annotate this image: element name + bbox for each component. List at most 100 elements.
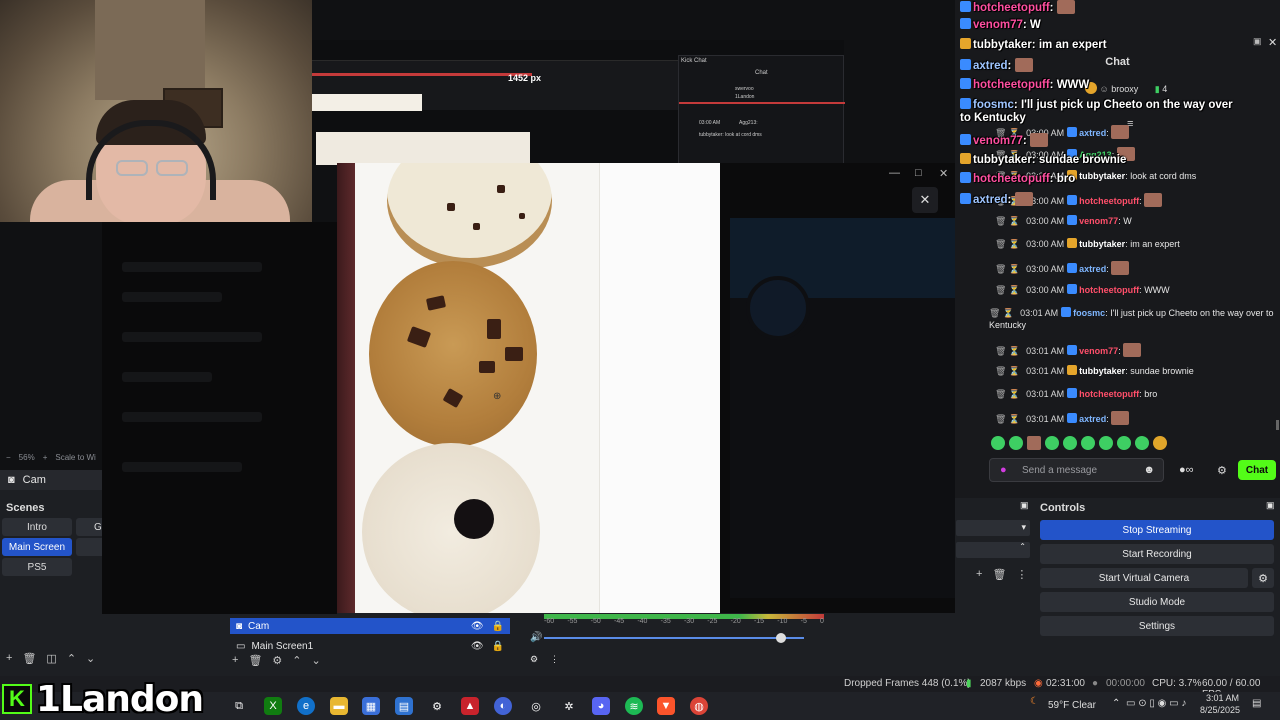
popout-icon[interactable]: ▣ [1253, 36, 1262, 47]
add-transition-icon[interactable]: + [976, 568, 982, 581]
emote-icon[interactable] [1063, 436, 1077, 450]
chat-send-button[interactable]: Chat [1238, 460, 1276, 480]
moderation-icons[interactable]: 🗑 ⏳ [995, 285, 1020, 295]
eye-icon[interactable]: 👁 [471, 621, 484, 632]
message-username[interactable]: venom77 [1079, 216, 1118, 226]
add-scene-icon[interactable]: + [6, 652, 12, 665]
edge-icon[interactable]: e [297, 697, 315, 715]
volume-slider-handle[interactable] [776, 633, 786, 643]
zoom-level[interactable]: 56% [19, 453, 35, 462]
source-settings-icon[interactable]: ⚙ [272, 654, 282, 667]
app-steam-icon[interactable]: ✲ [560, 697, 578, 715]
emote-icon[interactable] [991, 436, 1005, 450]
settings-button[interactable]: Settings [1040, 616, 1274, 636]
notification-icon[interactable]: ▤ [1252, 698, 1261, 709]
chat-message[interactable]: 🗑 ⏳ 03:01 AM foosmc: I'll just pick up Che… [989, 307, 1279, 331]
emote-icon[interactable] [1099, 436, 1113, 450]
scene-g[interactable]: G [76, 518, 102, 536]
emoji-icon[interactable]: ☻ [1143, 464, 1155, 476]
emote-icon[interactable] [1117, 436, 1131, 450]
zoom-plus-icon[interactable]: + [43, 453, 48, 462]
emote-icon[interactable] [1009, 436, 1023, 450]
maximize-icon[interactable]: □ [915, 167, 922, 179]
message-username[interactable]: axtred [1079, 264, 1106, 274]
mixer-menu-icon[interactable]: ⋮ [550, 654, 559, 665]
scene-ps5[interactable]: PS5 [2, 558, 72, 576]
cam-source-bar[interactable]: ◙ Cam [0, 470, 102, 490]
moderation-icons[interactable]: 🗑 ⏳ [995, 414, 1020, 424]
volume-slider[interactable] [544, 637, 804, 639]
dock-float-icon[interactable]: ▣ [1266, 500, 1275, 511]
moderation-icons[interactable]: 🗑 ⏳ [995, 239, 1020, 249]
obs-icon[interactable]: ◎ [527, 697, 545, 715]
zoom-minus-icon[interactable]: − [6, 453, 11, 462]
moderation-icons[interactable]: 🗑 ⏳ [995, 389, 1020, 399]
eye-icon[interactable]: 👁 [471, 641, 484, 652]
move-down-icon[interactable]: ⌄ [86, 652, 95, 665]
discord-icon[interactable]: ◕ [592, 697, 610, 715]
virtual-camera-settings-icon[interactable]: ⚙ [1252, 568, 1274, 588]
scene-intro[interactable]: Intro [2, 518, 72, 536]
start-virtual-camera-button[interactable]: Start Virtual Camera [1040, 568, 1248, 588]
chat-message[interactable]: 🗑 ⏳ 03:00 AM hotcheetopuff: WWW [995, 284, 1280, 296]
window-close-icon[interactable]: ✕ [939, 167, 948, 180]
clock-date[interactable]: 8/25/2025 [1200, 705, 1240, 715]
source-main-screen[interactable]: ▭ Main Screen1 👁 🔒 [230, 638, 510, 654]
emote-icon[interactable] [1135, 436, 1149, 450]
scene-blank[interactable] [76, 538, 102, 556]
scale-mode[interactable]: Scale to Wi [55, 453, 95, 462]
move-down-icon[interactable]: ⌄ [312, 654, 321, 667]
message-username[interactable]: foosmc [1073, 308, 1105, 318]
chat-message[interactable]: 🗑 ⏳ 03:00 AM venom77: W [995, 215, 1280, 227]
message-username[interactable]: axtred [1079, 128, 1106, 138]
message-username[interactable]: tubbytaker [1079, 171, 1125, 181]
tray-overflow-icon[interactable]: ⌃ [1112, 698, 1120, 709]
scene-filter-icon[interactable]: ◫ [46, 652, 56, 665]
scene-main-screen[interactable]: Main Screen [2, 538, 72, 556]
chat-scrollbar[interactable] [1276, 420, 1279, 430]
clock-time[interactable]: 3:01 AM [1206, 693, 1239, 703]
tray-icons[interactable]: ▭ ⊙ ▯ ◉ ▭ ♪ [1126, 698, 1186, 709]
stop-streaming-button[interactable]: Stop Streaming [1040, 520, 1274, 540]
close-photo-button[interactable]: ✕ [912, 187, 938, 213]
moderation-icons[interactable]: 🗑 ⏳ [995, 366, 1020, 376]
chat-message[interactable]: 🗑 ⏳ 03:00 AM hotcheetopuff: [995, 193, 1280, 207]
xbox-icon[interactable]: X [264, 697, 282, 715]
emote-icon[interactable] [1081, 436, 1095, 450]
speaker-icon[interactable]: 🔊 [530, 632, 542, 643]
message-username[interactable]: tubbytaker [1079, 366, 1125, 376]
chat-message[interactable]: 🗑 ⏳ 03:01 AM axtred: [995, 411, 1280, 425]
chrome-icon[interactable]: ◍ [690, 697, 708, 715]
message-username[interactable]: hotcheetopuff [1079, 196, 1139, 206]
weather[interactable]: 59°F Clear [1048, 700, 1096, 711]
task-view-icon[interactable]: ⧉ [230, 697, 248, 715]
mixer-settings-icon[interactable]: ⚙ [530, 654, 538, 665]
message-username[interactable]: tubbytaker [1079, 239, 1125, 249]
store-icon[interactable]: ▦ [362, 697, 380, 715]
calculator-icon[interactable]: ▤ [395, 697, 413, 715]
chat-message[interactable]: 🗑 ⏳ 03:00 AM tubbytaker: im an expert [995, 238, 1280, 250]
file-explorer-icon[interactable]: ▬ [330, 697, 348, 715]
mic-icon[interactable]: ● [1000, 464, 1007, 476]
app-red-icon[interactable]: ▲ [461, 697, 479, 715]
duration-input[interactable]: ⌃ [956, 542, 1030, 558]
message-username[interactable]: hotcheetopuff [1079, 389, 1139, 399]
studio-mode-button[interactable]: Studio Mode [1040, 592, 1274, 612]
move-up-icon[interactable]: ⌃ [67, 652, 76, 665]
chat-settings-icon[interactable]: ⚙ [1217, 464, 1227, 477]
emote-icon[interactable] [1027, 436, 1041, 450]
app-blue-icon[interactable]: ◐ [494, 697, 512, 715]
lock-icon[interactable]: 🔒 [492, 641, 504, 652]
dock-float-icon[interactable]: ▣ [1020, 500, 1029, 511]
message-input[interactable]: ● Send a message ☻ [989, 458, 1164, 482]
message-username[interactable]: venom77 [1079, 346, 1118, 356]
add-source-icon[interactable]: + [232, 654, 238, 667]
remove-scene-icon[interactable]: 🗑 [22, 652, 36, 665]
message-username[interactable]: hotcheetopuff [1079, 285, 1139, 295]
start-recording-button[interactable]: Start Recording [1040, 544, 1274, 564]
minimize-icon[interactable]: — [889, 167, 900, 179]
emote-icon[interactable] [1153, 436, 1167, 450]
chat-message[interactable]: 🗑 ⏳03:00 AMaxtred: [995, 261, 1280, 275]
spotify-icon[interactable]: ≋ [625, 697, 643, 715]
source-cam[interactable]: ◙ Cam 👁 🔒 [230, 618, 510, 634]
